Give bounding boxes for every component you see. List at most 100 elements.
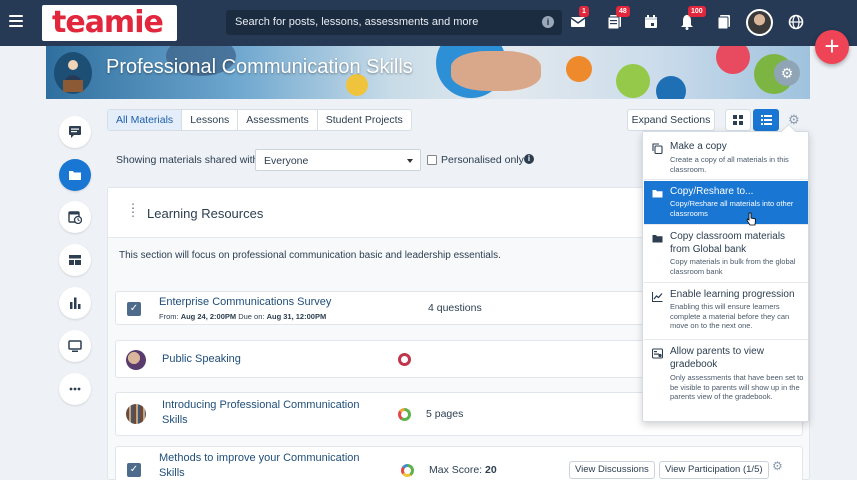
hamburger-menu-icon[interactable]: [9, 15, 23, 27]
material-options-menu: Make a copy Create a copy of all materia…: [642, 131, 809, 422]
list-icon: [760, 115, 772, 125]
search-input[interactable]: Search for posts, lessons, assessments a…: [226, 10, 562, 35]
expand-sections-button[interactable]: Expand Sections: [627, 109, 715, 131]
banner-decoration: [566, 56, 592, 82]
menu-item-learning-progression[interactable]: Enable learning progression Enabling thi…: [644, 284, 808, 340]
posts-badge: 48: [616, 6, 630, 17]
posts-icon[interactable]: 48: [607, 6, 630, 30]
menu-item-desc: Enabling this will ensure learners compl…: [670, 302, 790, 330]
banner-decoration: [616, 64, 650, 98]
mail-badge: 1: [579, 6, 589, 17]
classroom-icon: [54, 52, 92, 94]
material-thumbnail: [126, 404, 146, 424]
list-item[interactable]: ✓ Methods to improve your Communication …: [115, 446, 803, 480]
menu-item-desc: Only assessments that have been set to b…: [670, 373, 804, 401]
folder-icon: [652, 235, 663, 243]
menu-item-title: Enable learning progression: [670, 289, 795, 300]
menu-item-title: Allow parents to view gradebook: [670, 346, 764, 370]
view-participation-button[interactable]: View Participation (1/5): [659, 461, 769, 479]
logo-text: teamie: [52, 5, 164, 40]
progress-ring-icon: [398, 353, 411, 366]
view-discussions-button[interactable]: View Discussions: [569, 461, 655, 479]
chevron-down-icon: [407, 159, 413, 163]
mail-icon[interactable]: 1: [570, 6, 589, 30]
user-avatar[interactable]: [746, 9, 773, 36]
filter-label: Showing materials shared with: [116, 154, 259, 166]
bell-icon[interactable]: 100: [679, 6, 706, 30]
sidebar-item-materials[interactable]: [59, 159, 91, 191]
material-title[interactable]: Public Speaking: [162, 352, 241, 367]
logo[interactable]: teamie: [42, 5, 177, 41]
classroom-title: Professional Communication Skills: [106, 56, 413, 78]
grid-view-button[interactable]: [725, 109, 751, 131]
tab-assessments[interactable]: Assessments: [238, 110, 318, 130]
top-bar: teamie Search for posts, lessons, assess…: [0, 0, 857, 46]
info-icon[interactable]: i: [542, 16, 554, 28]
folder-icon: [69, 171, 81, 180]
sidebar-item-messages[interactable]: [59, 116, 91, 148]
copy-icon: [652, 143, 663, 154]
search-placeholder: Search for posts, lessons, assessments a…: [235, 16, 479, 28]
calendar-icon[interactable]: [643, 14, 659, 30]
classroom-banner: Professional Communication Skills ⚙: [46, 46, 810, 99]
assessment-icon: ✓: [127, 302, 141, 316]
dashboard-icon: [69, 255, 81, 265]
sidebar-item-more[interactable]: [59, 373, 91, 405]
tab-student-projects[interactable]: Student Projects: [318, 110, 411, 130]
grid-icon: [733, 115, 743, 125]
sidebar-item-analytics[interactable]: [59, 287, 91, 319]
monitor-icon: [68, 340, 82, 352]
max-score-label: Max Score:: [429, 464, 483, 476]
max-score: Max Score: 20: [429, 464, 497, 476]
menu-item-parents-gradebook[interactable]: Allow parents to view gradebook Only ass…: [644, 341, 808, 421]
documents-icon[interactable]: [716, 14, 732, 30]
personalised-checkbox[interactable]: [427, 155, 437, 165]
sidebar-item-display[interactable]: [59, 330, 91, 362]
hand-cursor-icon: [746, 212, 756, 226]
more-icon: [69, 387, 81, 391]
globe-icon[interactable]: [788, 14, 804, 30]
material-title[interactable]: Methods to improve your Communication Sk…: [159, 451, 379, 480]
max-score-value: 20: [485, 464, 497, 476]
menu-item-title: Make a copy: [670, 141, 727, 152]
from-label: From:: [159, 312, 179, 321]
menu-item-copy-reshare[interactable]: Copy/Reshare to... Copy/Reshare all mate…: [644, 181, 808, 225]
share-filter-value: Everyone: [264, 155, 309, 167]
banner-decoration: [716, 46, 750, 74]
menu-item-title: Copy classroom materials from Global ban…: [670, 231, 786, 255]
section-title: Learning Resources: [147, 206, 264, 221]
from-date: Aug 24, 2:00PM: [180, 312, 237, 321]
share-filter-select[interactable]: Everyone: [255, 149, 421, 171]
drag-handle-icon[interactable]: ⋮ ⋮: [127, 202, 139, 218]
progress-ring-icon: [401, 464, 414, 477]
material-tabs: All Materials Lessons Assessments Studen…: [107, 109, 412, 131]
menu-item-make-copy[interactable]: Make a copy Create a copy of all materia…: [644, 136, 808, 180]
bar-chart-icon: [70, 297, 81, 309]
tab-lessons[interactable]: Lessons: [182, 110, 239, 130]
gradebook-icon: [652, 348, 663, 359]
bell-badge: 100: [688, 6, 706, 17]
material-title[interactable]: Enterprise Communications Survey: [159, 295, 331, 310]
menu-item-copy-global-bank[interactable]: Copy classroom materials from Global ban…: [644, 226, 808, 283]
due-label: Due on:: [238, 312, 265, 321]
folder-icon: [652, 190, 663, 198]
assessment-icon: ✓: [127, 463, 141, 477]
personalised-label: Personalised only: [441, 154, 524, 166]
question-count: 4 questions: [428, 302, 482, 314]
banner-settings-gear-icon[interactable]: ⚙: [774, 60, 800, 86]
material-title[interactable]: Introducing Professional Communication S…: [162, 398, 382, 428]
calendar-clock-icon: [68, 211, 82, 224]
menu-item-desc: Copy/Reshare all materials into other cl…: [670, 199, 794, 218]
add-fab-button[interactable]: +: [815, 30, 849, 64]
due-date: Aug 31, 12:00PM: [266, 312, 327, 321]
list-view-button[interactable]: [753, 109, 779, 131]
info-icon[interactable]: i: [524, 154, 534, 164]
menu-item-desc: Create a copy of all materials in this c…: [670, 155, 789, 174]
sidebar-item-schedule[interactable]: [59, 201, 91, 233]
progression-icon: [652, 292, 663, 302]
banner-decoration: [451, 51, 541, 91]
material-dates: From: Aug 24, 2:00PM Due on: Aug 31, 12:…: [159, 312, 326, 321]
row-settings-gear-icon[interactable]: ⚙: [772, 459, 783, 473]
tab-all-materials[interactable]: All Materials: [108, 110, 183, 130]
sidebar-item-dashboard[interactable]: [59, 244, 91, 276]
